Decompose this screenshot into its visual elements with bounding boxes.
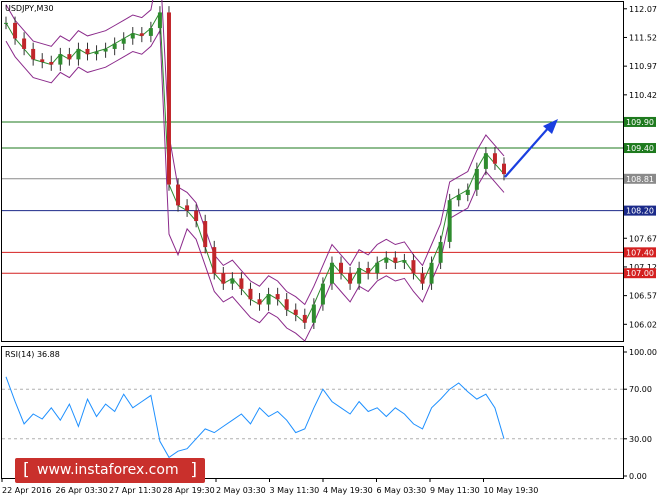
candle [58, 54, 63, 65]
candle [49, 61, 54, 65]
x-tick-label: 27 Apr 11:30 [109, 486, 161, 495]
x-tick-label: 3 May 11:30 [270, 486, 320, 495]
candle [483, 153, 488, 169]
x-tick-label: 22 Apr 2016 [2, 486, 51, 495]
candle [40, 59, 45, 62]
candle [221, 273, 226, 284]
watermark-bracket-left: [ [23, 460, 30, 480]
x-tick-label: 10 May 19:30 [484, 486, 539, 495]
candle [302, 314, 307, 323]
candle [402, 260, 407, 263]
candle [103, 48, 108, 52]
candle [239, 278, 244, 289]
candle [67, 54, 72, 60]
rsi-tick-label: 70.00 [629, 385, 652, 394]
candle [375, 262, 380, 274]
candle [166, 12, 171, 185]
candle [320, 283, 325, 305]
symbol-label: USDJPY,M30 [5, 4, 54, 13]
candle [94, 51, 99, 55]
level-tag-label: 109.40 [626, 144, 654, 153]
x-tick-label: 2 May 03:30 [216, 486, 266, 495]
candle [148, 28, 153, 36]
candle [130, 33, 135, 39]
candle [465, 189, 470, 195]
watermark-bracket-right: ] [190, 460, 197, 480]
candle [13, 22, 18, 39]
level-tag-label: 108.20 [626, 207, 654, 216]
x-tick-label: 4 May 19:30 [323, 486, 373, 495]
candle [456, 194, 461, 201]
chart-background [0, 0, 664, 498]
candle [329, 262, 334, 284]
rsi-label: RSI(14) 36.88 [5, 350, 60, 359]
watermark-text: www.instaforex.com [37, 462, 179, 478]
y-tick-label: 107.67 [629, 234, 657, 243]
candle [357, 267, 362, 284]
x-tick-label: 28 Apr 19:30 [163, 486, 215, 495]
y-tick-label: 110.42 [629, 91, 657, 100]
candle [339, 262, 344, 274]
candle [139, 33, 144, 36]
rsi-tick-label: 30.00 [629, 435, 652, 444]
candle [4, 22, 8, 24]
y-tick-label: 111.52 [629, 33, 657, 42]
candle [176, 184, 181, 206]
level-tag-label: 107.40 [626, 248, 654, 257]
candle [112, 43, 117, 49]
candle [492, 153, 497, 164]
watermark: [ www.instaforex.com ] [15, 458, 205, 483]
candle [411, 260, 416, 274]
level-tag-label: 108.81 [626, 175, 654, 184]
candle [275, 294, 280, 300]
candle [203, 221, 208, 248]
candle [22, 38, 27, 49]
candle [266, 294, 271, 305]
candle [194, 210, 199, 222]
candle [311, 304, 316, 323]
forex-chart: 112.07111.52110.97110.42107.67107.12106.… [0, 0, 664, 498]
candle [185, 205, 190, 211]
candle [348, 273, 353, 284]
candle [284, 299, 289, 310]
y-tick-label: 106.57 [629, 292, 657, 301]
candle [85, 48, 90, 55]
candle [502, 163, 506, 175]
candle [293, 309, 298, 315]
level-tag-label: 107.00 [626, 269, 654, 278]
candle [447, 200, 452, 242]
candle [76, 48, 81, 60]
candle [393, 257, 398, 263]
candle [31, 48, 36, 60]
candle [121, 38, 126, 44]
y-tick-label: 112.07 [629, 5, 657, 14]
candle [429, 262, 434, 284]
x-tick-label: 6 May 03:30 [377, 486, 427, 495]
x-tick-label: 26 Apr 03:30 [56, 486, 108, 495]
x-tick-label: 9 May 11:30 [430, 486, 480, 495]
candle [230, 278, 235, 284]
candle [420, 273, 425, 284]
candle [438, 241, 443, 263]
candle [248, 288, 253, 300]
candle [257, 299, 262, 305]
candle [474, 168, 479, 190]
rsi-tick-label: 100.00 [629, 348, 657, 357]
level-tag-label: 109.90 [626, 118, 654, 127]
candle [366, 267, 371, 274]
candle [157, 12, 162, 29]
y-tick-label: 110.97 [629, 62, 657, 71]
y-tick-label: 106.02 [629, 320, 657, 329]
candle [212, 247, 217, 274]
candle [384, 257, 389, 263]
rsi-tick-label: 0.00 [629, 472, 647, 481]
